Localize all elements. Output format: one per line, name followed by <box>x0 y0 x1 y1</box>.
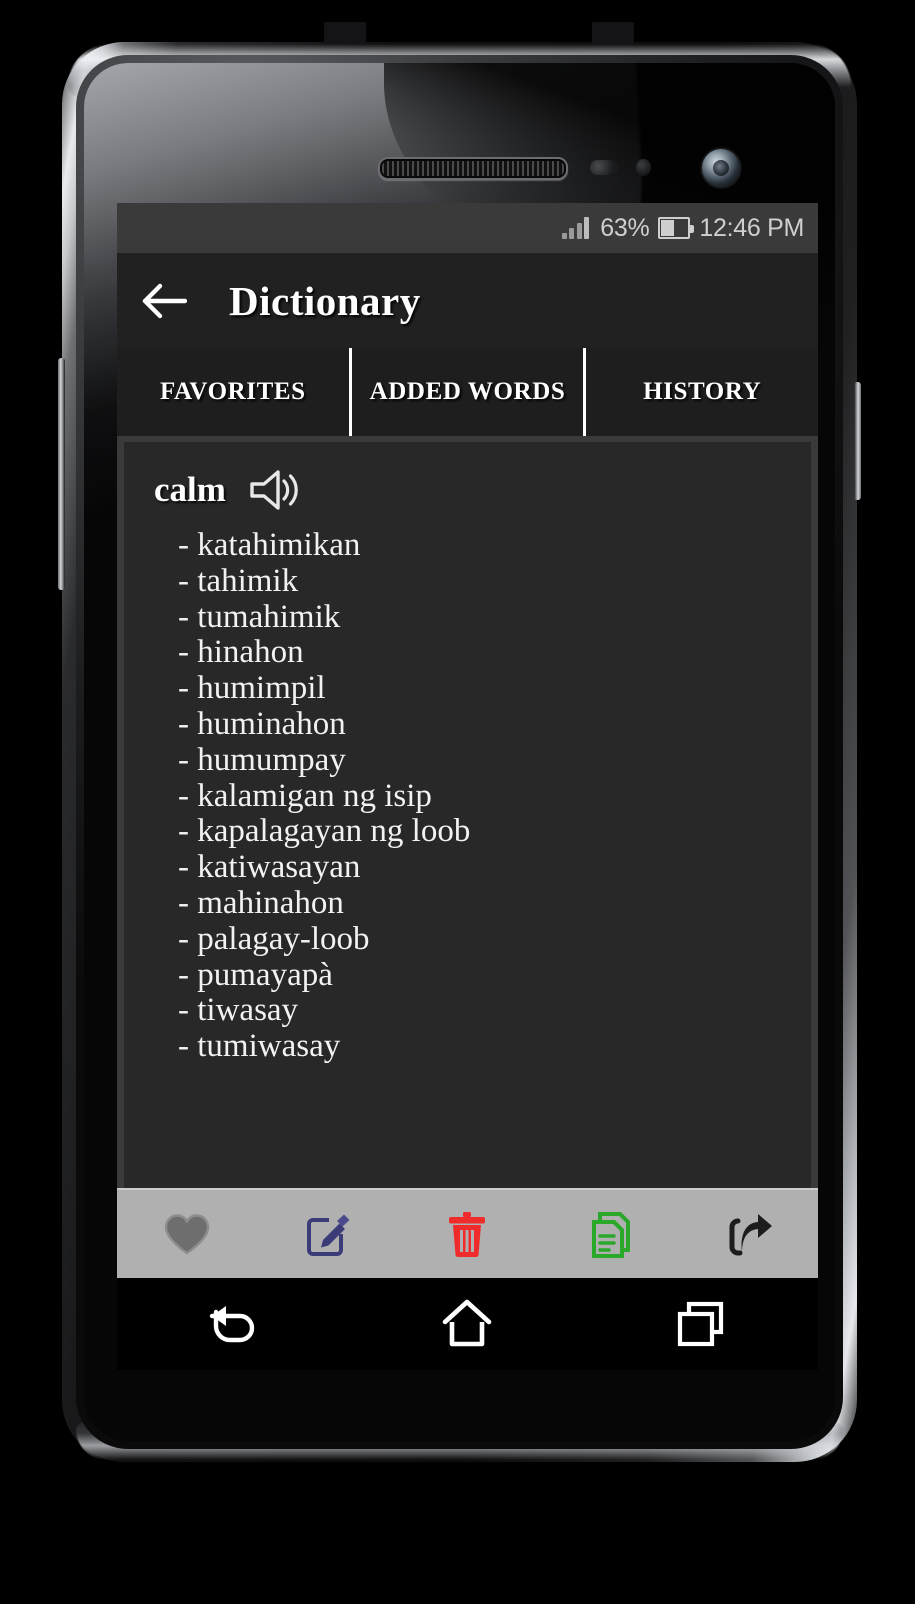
android-nav-bar <box>117 1278 818 1370</box>
edit-button[interactable] <box>289 1201 365 1267</box>
list-item: humumpay <box>178 742 785 779</box>
phone-screen: 63% 12:46 PM Dictionary FAVORITES ADDED … <box>117 203 818 1370</box>
tab-history[interactable]: HISTORY <box>583 348 818 436</box>
headword-label: calm <box>154 470 226 509</box>
signal-bars-icon <box>561 217 590 239</box>
action-toolbar <box>117 1188 818 1278</box>
delete-button[interactable] <box>429 1201 505 1267</box>
phone-device: 63% 12:46 PM Dictionary FAVORITES ADDED … <box>58 22 861 1462</box>
list-item: hinahon <box>178 635 785 671</box>
page-title: Dictionary <box>229 277 421 324</box>
action-bar: Dictionary <box>117 253 818 348</box>
favorite-button[interactable] <box>149 1201 225 1267</box>
back-arrow-icon[interactable] <box>141 283 188 319</box>
list-item: mahinahon <box>178 885 785 922</box>
list-item: huminahon <box>178 706 785 743</box>
nav-recents-icon[interactable] <box>656 1293 746 1355</box>
copy-button[interactable] <box>570 1201 646 1267</box>
list-item: pumayapà <box>178 957 785 994</box>
volume-rocker-button[interactable] <box>58 358 65 590</box>
phone-front-glass: 63% 12:46 PM Dictionary FAVORITES ADDED … <box>84 63 835 1441</box>
antenna-nub-left <box>324 22 366 44</box>
battery-icon <box>658 217 695 239</box>
tab-added-words[interactable]: ADDED WORDS <box>348 348 584 436</box>
list-item: katahimikan <box>178 527 785 564</box>
list-item: kalamigan ng isip <box>178 778 785 815</box>
content-area: calm katahimikan tahimik tumahimik <box>117 436 818 1228</box>
earpiece-mesh <box>382 161 564 176</box>
battery-fill <box>661 220 675 236</box>
list-item: humimpil <box>178 670 785 707</box>
entry-header: calm <box>150 468 785 512</box>
list-item: tumiwasay <box>178 1028 785 1065</box>
antenna-nub-right <box>592 22 634 44</box>
list-item: tiwasay <box>178 993 785 1029</box>
speaker-icon[interactable] <box>248 468 300 512</box>
status-time-label: 12:46 PM <box>699 213 804 242</box>
earpiece-speaker <box>378 157 568 180</box>
nav-back-icon[interactable] <box>189 1293 279 1355</box>
status-bar: 63% 12:46 PM <box>117 203 818 253</box>
definition-list: katahimikan tahimik tumahimik hinahon hu… <box>150 527 785 1065</box>
list-item: palagay-loob <box>178 921 785 958</box>
list-item: katiwasayan <box>178 849 785 886</box>
tab-bar: FAVORITES ADDED WORDS HISTORY <box>117 348 818 436</box>
list-item: tumahimik <box>178 599 785 636</box>
list-item: kapalagayan ng loob <box>178 814 785 850</box>
proximity-sensor-icon <box>590 160 618 175</box>
share-button[interactable] <box>710 1201 786 1267</box>
list-item: tahimik <box>178 563 785 600</box>
tab-favorites[interactable]: FAVORITES <box>117 348 349 436</box>
front-camera-icon <box>702 149 740 187</box>
light-sensor-icon <box>636 159 651 176</box>
power-button[interactable] <box>854 382 861 500</box>
dictionary-entry-card: calm katahimikan tahimik tumahimik <box>124 442 811 1228</box>
battery-percent-label: 63% <box>600 213 650 242</box>
nav-home-icon[interactable] <box>422 1293 512 1355</box>
